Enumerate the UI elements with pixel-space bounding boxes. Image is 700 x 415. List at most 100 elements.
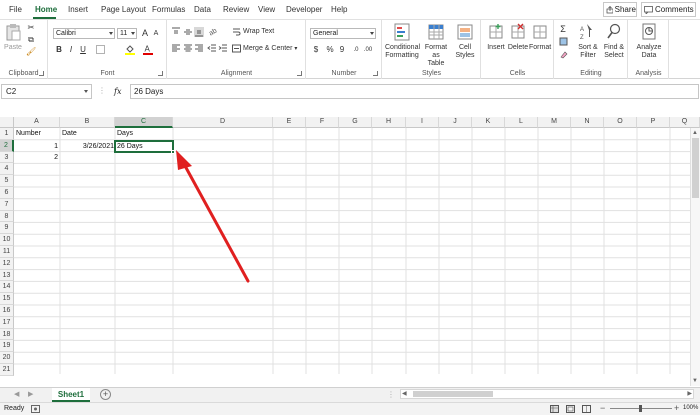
column-header-M[interactable]: M (538, 117, 571, 128)
row-header-16[interactable]: 16 (0, 305, 14, 317)
row-header-13[interactable]: 13 (0, 269, 14, 282)
scroll-left-icon[interactable]: ◀ (402, 390, 407, 397)
column-header-F[interactable]: F (306, 117, 339, 128)
align-bottom-icon[interactable] (194, 27, 204, 37)
sort-filter-button[interactable]: AZ Sort & Filter (575, 23, 601, 60)
column-header-C[interactable]: C (115, 117, 173, 128)
column-header-E[interactable]: E (273, 117, 306, 128)
row-header-15[interactable]: 15 (0, 293, 14, 305)
align-center-icon[interactable] (183, 43, 193, 53)
select-all-corner[interactable] (0, 117, 14, 128)
alignment-launcher[interactable] (297, 71, 302, 76)
column-header-G[interactable]: G (339, 117, 372, 128)
merge-center-button[interactable]: Merge & Center ▾ (232, 44, 297, 53)
scroll-up-icon[interactable]: ▲ (692, 130, 698, 136)
row-header-11[interactable]: 11 (0, 246, 14, 258)
cell-A1[interactable]: Number (14, 128, 60, 139)
clipboard-launcher[interactable] (39, 71, 44, 76)
column-header-D[interactable]: D (173, 117, 273, 128)
fill-handle[interactable] (171, 150, 175, 154)
column-header-B[interactable]: B (60, 117, 115, 128)
underline-button[interactable]: U (78, 45, 88, 55)
next-sheet-icon[interactable]: ▶ (28, 390, 33, 398)
row-header-6[interactable]: 6 (0, 187, 14, 199)
add-sheet-icon[interactable]: + (100, 389, 111, 400)
cut-icon[interactable]: ✂ (26, 23, 36, 33)
row-header-1[interactable]: 1 (0, 128, 14, 140)
number-launcher[interactable] (373, 71, 378, 76)
column-header-N[interactable]: N (571, 117, 604, 128)
tab-formulas[interactable]: Formulas (152, 5, 185, 14)
row-header-12[interactable]: 12 (0, 257, 14, 270)
find-select-button[interactable]: Find & Select (601, 23, 627, 60)
column-header-I[interactable]: I (406, 117, 439, 128)
horizontal-scroll-thumb[interactable] (413, 391, 493, 397)
conditional-formatting-button[interactable]: Conditional Formatting (385, 23, 420, 60)
borders-icon[interactable] (95, 45, 105, 55)
font-name-select[interactable]: Calibri (53, 28, 115, 39)
row-header-9[interactable]: 9 (0, 222, 14, 235)
format-cells-button[interactable]: Format (529, 23, 551, 52)
row-header-20[interactable]: 20 (0, 352, 14, 364)
scroll-down-icon[interactable]: ▼ (692, 378, 698, 384)
italic-button[interactable]: I (66, 45, 76, 55)
row-header-8[interactable]: 8 (0, 210, 14, 223)
cell-B2[interactable]: 3/26/2021 (60, 141, 116, 152)
row-header-2[interactable]: 2 (0, 139, 14, 152)
page-break-view-icon[interactable] (582, 405, 591, 415)
increase-font-icon[interactable]: A (140, 28, 150, 38)
analyze-data-button[interactable]: Analyze Data (632, 23, 666, 60)
share-button[interactable]: Share (603, 2, 637, 17)
fill-icon[interactable] (558, 37, 568, 47)
tab-view[interactable]: View (258, 5, 275, 14)
align-top-icon[interactable] (171, 27, 181, 37)
column-header-Q[interactable]: Q (670, 117, 700, 128)
row-header-3[interactable]: 3 (0, 151, 14, 164)
column-header-P[interactable]: P (637, 117, 670, 128)
font-size-select[interactable]: 11 (117, 28, 137, 39)
autosum-icon[interactable]: Σ (558, 24, 568, 34)
insert-function-button[interactable]: fx (114, 87, 121, 96)
zoom-level[interactable]: 100% (683, 405, 698, 411)
vertical-scrollbar[interactable]: ▲ ▼ (690, 128, 700, 386)
format-as-table-button[interactable]: Format as Table (421, 23, 451, 68)
decrease-indent-icon[interactable] (207, 43, 217, 53)
decrease-decimal-icon[interactable]: .00 (363, 45, 373, 55)
align-middle-icon[interactable] (183, 27, 193, 37)
cell-C1[interactable]: Days (115, 128, 173, 139)
cell-B1[interactable]: Date (60, 128, 116, 139)
row-header-14[interactable]: 14 (0, 281, 14, 294)
zoom-slider-thumb[interactable] (639, 405, 642, 412)
tab-home[interactable]: Home (35, 5, 57, 14)
tab-file[interactable]: File (9, 5, 22, 14)
zoom-out-icon[interactable]: − (600, 403, 605, 413)
horizontal-scrollbar[interactable]: ◀ ▶ (400, 389, 694, 399)
comma-style-button[interactable]: 9 (337, 45, 347, 55)
row-header-5[interactable]: 5 (0, 175, 14, 187)
column-header-K[interactable]: K (472, 117, 505, 128)
name-box[interactable]: C2 (1, 84, 92, 99)
paste-button[interactable]: Paste (4, 23, 22, 52)
increase-decimal-icon[interactable]: .0 (351, 45, 361, 55)
tab-insert[interactable]: Insert (68, 5, 88, 14)
row-header-10[interactable]: 10 (0, 234, 14, 246)
currency-button[interactable]: $ (311, 45, 321, 55)
column-header-O[interactable]: O (604, 117, 637, 128)
cell-styles-button[interactable]: Cell Styles (453, 23, 477, 60)
column-header-A[interactable]: A (14, 117, 60, 128)
column-header-L[interactable]: L (505, 117, 538, 128)
row-header-18[interactable]: 18 (0, 328, 14, 341)
column-header-J[interactable]: J (439, 117, 472, 128)
font-launcher[interactable] (158, 71, 163, 76)
insert-cells-button[interactable]: Insert (485, 23, 507, 52)
macro-record-icon[interactable] (31, 405, 40, 415)
orientation-icon[interactable]: ab (208, 26, 219, 37)
format-painter-icon[interactable]: 🖌 (26, 47, 36, 57)
worksheet-grid[interactable] (0, 117, 700, 374)
row-header-7[interactable]: 7 (0, 198, 14, 211)
cell-A2[interactable]: 1 (14, 141, 60, 152)
tab-split-icon[interactable]: ⋮ (387, 390, 395, 399)
normal-view-icon[interactable] (550, 405, 559, 415)
delete-cells-button[interactable]: Delete (507, 23, 529, 52)
copy-icon[interactable]: ⧉ (26, 35, 36, 45)
